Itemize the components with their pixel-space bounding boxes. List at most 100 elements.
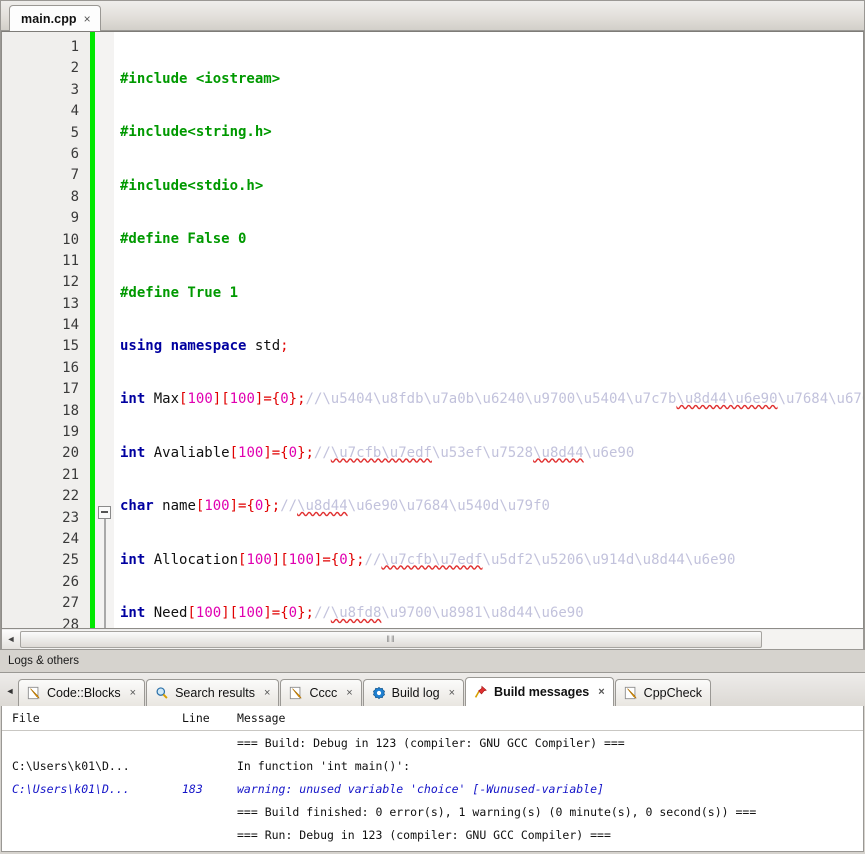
column-header-line[interactable]: Line — [172, 711, 227, 725]
line-number: 7 — [70, 167, 79, 184]
pushpin-icon — [474, 685, 487, 698]
table-row[interactable]: === Build finished: 0 error(s), 1 warnin… — [2, 800, 863, 823]
log-tab-label: Build log — [391, 686, 440, 700]
line-number: 26 — [62, 573, 79, 590]
log-tab-label: Cccc — [309, 686, 338, 700]
codeblocks-window: main.cpp × 1 2 3 4 5 6 7 8 9 10 11 12 13… — [0, 0, 865, 854]
gear-icon — [372, 686, 385, 700]
close-icon[interactable]: × — [84, 13, 91, 25]
logs-panel-title: Logs & others — [0, 650, 865, 672]
cell-message: In function 'int main()': — [237, 758, 411, 773]
code-line: #include <iostream> — [120, 71, 281, 87]
line-number: 3 — [70, 81, 79, 98]
code-line: #include<string.h> — [120, 124, 272, 141]
table-row[interactable]: C:\Users\k01\D... 183 warning: unused va… — [2, 777, 863, 800]
line-number: 12 — [62, 274, 79, 291]
editor-body[interactable]: 1 2 3 4 5 6 7 8 9 10 11 12 13 14 15 16 1… — [1, 31, 864, 629]
line-number: 13 — [62, 295, 79, 312]
table-row[interactable]: C:\Users\k01\D... In function 'int main(… — [2, 754, 863, 777]
log-tab-cccc[interactable]: Cccc × — [280, 679, 362, 706]
log-tab-codeblocks[interactable]: Code::Blocks × — [18, 679, 146, 706]
line-number: 11 — [62, 252, 79, 269]
line-number: 24 — [62, 530, 79, 547]
close-icon[interactable]: × — [264, 687, 270, 699]
editor-tab-main-cpp[interactable]: main.cpp × — [9, 5, 101, 31]
note-icon — [290, 686, 302, 700]
code-line: char name[100]={0};//\u8d44\u6e90\u7684\… — [120, 498, 550, 515]
fold-connector — [104, 507, 106, 628]
fold-toggle-icon[interactable] — [98, 506, 111, 519]
scrollbar-thumb[interactable]: ‖‖ — [20, 630, 762, 648]
line-number: 21 — [62, 466, 79, 483]
grip-icon: ‖‖ — [386, 634, 396, 644]
magnifier-icon — [156, 687, 168, 699]
code-text-area[interactable]: #include <iostream> #include<string.h> #… — [114, 32, 863, 628]
log-tab-label: Build messages — [494, 685, 590, 699]
tabs-scroll-left-icon[interactable]: ◄ — [2, 676, 18, 706]
cell-message: === Build: Debug in 123 (compiler: GNU G… — [237, 735, 625, 750]
line-number: 2 — [70, 60, 79, 77]
line-number: 22 — [62, 488, 79, 505]
line-number: 18 — [62, 402, 79, 419]
line-number: 20 — [62, 445, 79, 462]
line-number: 19 — [62, 424, 79, 441]
column-header-file[interactable]: File — [2, 711, 172, 725]
table-row[interactable]: === Build: Debug in 123 (compiler: GNU G… — [2, 731, 863, 754]
editor-pane: main.cpp × 1 2 3 4 5 6 7 8 9 10 11 12 13… — [0, 0, 865, 650]
line-number: 6 — [70, 145, 79, 162]
code-line: #include<stdio.h> — [120, 177, 264, 194]
cell-message: warning: unused variable 'choice' [-Wunu… — [237, 781, 604, 796]
log-tab-label: CppCheck — [643, 686, 703, 700]
close-icon[interactable]: × — [346, 687, 352, 699]
line-number: 23 — [62, 509, 79, 526]
line-number: 25 — [62, 552, 79, 569]
cell-message: === Build finished: 0 error(s), 1 warnin… — [237, 804, 757, 819]
line-number: 1 — [70, 39, 79, 55]
line-number: 8 — [70, 188, 79, 205]
close-icon[interactable]: × — [449, 687, 455, 699]
line-number: 15 — [62, 338, 79, 355]
line-number: 5 — [70, 124, 79, 141]
table-row[interactable]: === Run: Debug in 123 (compiler: GNU GCC… — [2, 823, 863, 846]
code-line: using namespace std; — [120, 337, 289, 354]
line-number: 9 — [70, 210, 79, 227]
log-tab-search-results[interactable]: Search results × — [146, 679, 280, 706]
log-tab-label: Search results — [175, 686, 255, 700]
code-line: int Avaliable[100]={0};//\u7cfb\u7edf\u5… — [120, 444, 635, 461]
line-number: 27 — [62, 595, 79, 612]
line-number: 17 — [62, 381, 79, 398]
editor-tabstrip: main.cpp × — [1, 1, 864, 31]
log-tab-build-messages[interactable]: Build messages × — [465, 677, 614, 706]
line-number: 14 — [62, 317, 79, 334]
note-icon — [624, 686, 637, 700]
line-number-gutter: 1 2 3 4 5 6 7 8 9 10 11 12 13 14 15 16 1… — [2, 32, 90, 628]
close-icon[interactable]: × — [130, 687, 136, 699]
close-icon[interactable]: × — [598, 686, 604, 698]
log-tab-label: Code::Blocks — [47, 686, 121, 700]
scrollbar-track[interactable]: ‖‖ — [20, 629, 863, 649]
code-line: int Max[100][100]={0};//\u5404\u8fdb\u7a… — [120, 391, 863, 408]
cell-file: C:\Users\k01\D... — [12, 758, 130, 773]
log-tab-cppcheck[interactable]: CppCheck — [614, 679, 712, 706]
cell-message: === Run: Debug in 123 (compiler: GNU GCC… — [237, 827, 611, 842]
code-line: #define False 0 — [120, 231, 247, 248]
table-header-row: File Line Message — [2, 706, 863, 731]
line-number: 28 — [62, 616, 79, 629]
code-line: #define True 1 — [120, 284, 239, 301]
cell-line: 183 — [182, 781, 203, 796]
code-line: int Need[100][100]={0};//\u8fd8\u9700\u8… — [120, 604, 584, 621]
editor-horizontal-scrollbar[interactable]: ◄ ‖‖ — [1, 629, 864, 650]
scroll-left-arrow-icon[interactable]: ◄ — [2, 629, 20, 649]
note-icon — [27, 686, 40, 700]
logs-tabstrip: ◄ Code::Blocks × Search results × Cccc ×… — [0, 672, 865, 706]
line-number: 4 — [70, 103, 79, 120]
fold-margin[interactable] — [95, 32, 114, 628]
code-line: int Allocation[100][100]={0};//\u7cfb\u7… — [120, 551, 736, 568]
line-number: 16 — [62, 359, 79, 376]
column-header-message[interactable]: Message — [227, 711, 863, 725]
logs-panel: Logs & others ◄ Code::Blocks × Search re… — [0, 650, 865, 854]
editor-tab-label: main.cpp — [21, 11, 77, 26]
line-number: 10 — [62, 231, 79, 248]
build-messages-table[interactable]: File Line Message === Build: Debug in 12… — [1, 706, 864, 852]
log-tab-build-log[interactable]: Build log × — [362, 679, 465, 706]
